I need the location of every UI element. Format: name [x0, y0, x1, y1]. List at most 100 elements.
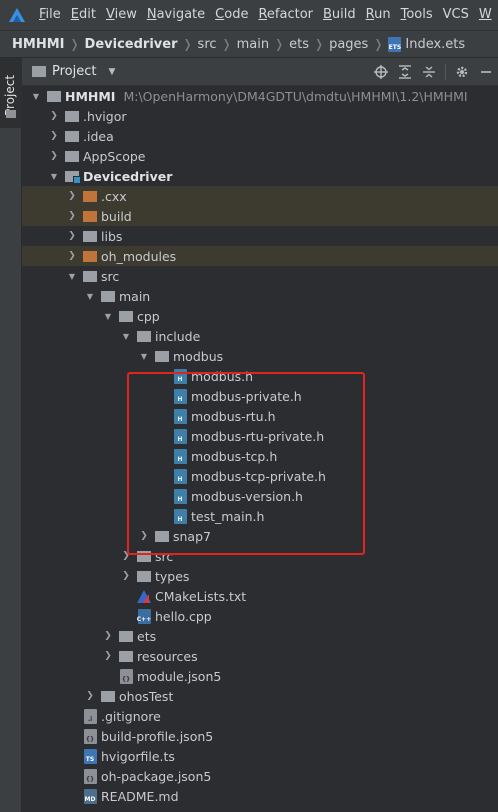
folder-icon — [118, 306, 134, 326]
tree-row-file[interactable]: H modbus.h — [22, 366, 498, 386]
breadcrumb-separator-icon: ❭ — [69, 37, 80, 51]
chevron-right-icon[interactable]: ❯ — [138, 526, 150, 546]
gear-icon[interactable] — [450, 58, 474, 86]
tree-row-folder[interactable]: ❯ libs — [22, 226, 498, 246]
tree-row-folder[interactable]: ❯ types — [22, 566, 498, 586]
menu-vcs[interactable]: VCS — [438, 0, 474, 30]
tree-row-excluded-folder[interactable]: ❯ build — [22, 206, 498, 226]
tool-window-stripe: Project — [0, 58, 22, 812]
menu-window[interactable]: W — [474, 0, 497, 30]
chevron-right-icon[interactable]: ❯ — [48, 146, 60, 166]
chevron-down-icon[interactable]: ▼ — [120, 326, 132, 346]
select-opened-file-icon[interactable] — [369, 58, 393, 86]
chevron-right-icon[interactable]: ❯ — [120, 546, 132, 566]
menu-tools[interactable]: Tools — [396, 0, 438, 30]
hide-panel-icon[interactable] — [474, 58, 498, 86]
tree-row-file[interactable]: {} build-profile.json5 — [22, 726, 498, 746]
chevron-down-icon[interactable]: ▼ — [30, 86, 42, 106]
menu-navigate[interactable]: Navigate — [142, 0, 210, 30]
chevron-right-icon[interactable]: ❯ — [66, 186, 78, 206]
collapse-all-icon[interactable] — [417, 58, 441, 86]
chevron-down-icon[interactable]: ▼ — [102, 306, 114, 326]
tree-item-label: Devicedriver — [83, 168, 173, 184]
tree-row-file[interactable]: {} module.json5 — [22, 666, 498, 686]
breadcrumb-item[interactable]: main — [237, 37, 269, 52]
tree-row-file[interactable]: H modbus-tcp-private.h — [22, 466, 498, 486]
tree-item-label: oh-package.json5 — [101, 768, 212, 784]
chevron-right-icon[interactable]: ❯ — [48, 126, 60, 146]
tree-row-folder[interactable]: ▼ modbus — [22, 346, 498, 366]
tree-row-file[interactable]: H modbus-rtu.h — [22, 406, 498, 426]
tree-row-file[interactable]: H test_main.h — [22, 506, 498, 526]
tree-item-label: test_main.h — [191, 508, 265, 524]
chevron-right-icon[interactable]: ❯ — [102, 646, 114, 666]
menu-file[interactable]: File — [34, 0, 66, 30]
tree-row-file[interactable]: H modbus-version.h — [22, 486, 498, 506]
header-file-icon: H — [172, 506, 188, 526]
tree-row-folder[interactable]: ▼ main — [22, 286, 498, 306]
breadcrumb-item[interactable]: ets — [289, 37, 309, 52]
tree-row-file[interactable]: H modbus-rtu-private.h — [22, 426, 498, 446]
cmake-file-icon — [136, 586, 152, 606]
menu-run[interactable]: Run — [361, 0, 396, 30]
menu-code[interactable]: Code — [210, 0, 253, 30]
tree-row-folder[interactable]: ❯ .hvigor — [22, 106, 498, 126]
breadcrumb: HMHMI ❭ Devicedriver ❭ src ❭ main ❭ ets … — [0, 30, 498, 58]
breadcrumb-item[interactable]: HMHMI — [12, 37, 64, 52]
chevron-right-icon[interactable]: ❯ — [102, 626, 114, 646]
tree-row-folder[interactable]: ▼ include — [22, 326, 498, 346]
folder-icon — [46, 86, 62, 106]
tree-row-file[interactable]: CMakeLists.txt — [22, 586, 498, 606]
tree-row-module[interactable]: ▼ Devicedriver — [22, 166, 498, 186]
project-path: M:\OpenHarmony\DM4GDTU\dmdtu\HMHMI\1.2\H… — [123, 88, 468, 104]
breadcrumb-item[interactable]: src — [198, 37, 217, 52]
tree-row-root[interactable]: ▼ HMHMI M:\OpenHarmony\DM4GDTU\dmdtu\HMH… — [22, 86, 498, 106]
tree-row-folder[interactable]: ❯ src — [22, 546, 498, 566]
breadcrumb-item[interactable]: pages — [329, 37, 368, 52]
tree-row-file[interactable]: H modbus-private.h — [22, 386, 498, 406]
tree-row-folder[interactable]: ❯ .idea — [22, 126, 498, 146]
excluded-folder-icon — [82, 246, 98, 266]
chevron-right-icon[interactable]: ❯ — [84, 686, 96, 706]
tree-row-excluded-folder[interactable]: ❯ oh_modules — [22, 246, 498, 266]
chevron-down-icon: ▼ — [108, 66, 116, 77]
expand-all-icon[interactable] — [393, 58, 417, 86]
chevron-down-icon[interactable]: ▼ — [138, 346, 150, 366]
chevron-right-icon[interactable]: ❯ — [48, 106, 60, 126]
tree-row-folder[interactable]: ▼ cpp — [22, 306, 498, 326]
chevron-right-icon[interactable]: ❯ — [120, 566, 132, 586]
chevron-right-icon[interactable]: ❯ — [66, 246, 78, 266]
chevron-down-icon[interactable]: ▼ — [48, 166, 60, 186]
chevron-right-icon[interactable]: ❯ — [66, 226, 78, 246]
tree-row-file[interactable]: H modbus-tcp.h — [22, 446, 498, 466]
header-file-icon: H — [172, 446, 188, 466]
tree-row-folder[interactable]: ▼ src — [22, 266, 498, 286]
tree-row-excluded-folder[interactable]: ❯ .cxx — [22, 186, 498, 206]
tree-row-folder[interactable]: ❯ AppScope — [22, 146, 498, 166]
breadcrumb-file[interactable]: Index.ets — [405, 37, 465, 52]
tree-row-folder[interactable]: ❯ ets — [22, 626, 498, 646]
tree-row-file[interactable]: TS hvigorfile.ts — [22, 746, 498, 766]
breadcrumb-item[interactable]: Devicedriver — [85, 37, 178, 52]
tree-row-file[interactable]: .i .gitignore — [22, 706, 498, 726]
tree-row-file[interactable]: C++ hello.cpp — [22, 606, 498, 626]
tree-item-label: .cxx — [101, 188, 127, 204]
tree-row-folder[interactable]: ❯ snap7 — [22, 526, 498, 546]
menu-bar: File Edit View Navigate Code Refactor Bu… — [0, 0, 498, 30]
project-tool-button[interactable]: Project — [0, 58, 22, 128]
menu-refactor[interactable]: Refactor — [253, 0, 318, 30]
tree-row-file[interactable]: MD README.md — [22, 786, 498, 806]
tree-row-folder[interactable]: ❯ ohosTest — [22, 686, 498, 706]
tree-item-label: modbus-tcp.h — [191, 448, 278, 464]
menu-view[interactable]: View — [101, 0, 142, 30]
chevron-down-icon[interactable]: ▼ — [84, 286, 96, 306]
chevron-down-icon[interactable]: ▼ — [66, 266, 78, 286]
project-view-selector[interactable]: Project ▼ — [32, 64, 115, 79]
menu-build[interactable]: Build — [318, 0, 361, 30]
tree-row-folder[interactable]: ❯ resources — [22, 646, 498, 666]
menu-edit[interactable]: Edit — [66, 0, 101, 30]
chevron-right-icon[interactable]: ❯ — [66, 206, 78, 226]
tree-row-file[interactable]: {} oh-package.json5 — [22, 766, 498, 786]
tree-item-label: modbus-tcp-private.h — [191, 468, 326, 484]
folder-icon — [118, 626, 134, 646]
